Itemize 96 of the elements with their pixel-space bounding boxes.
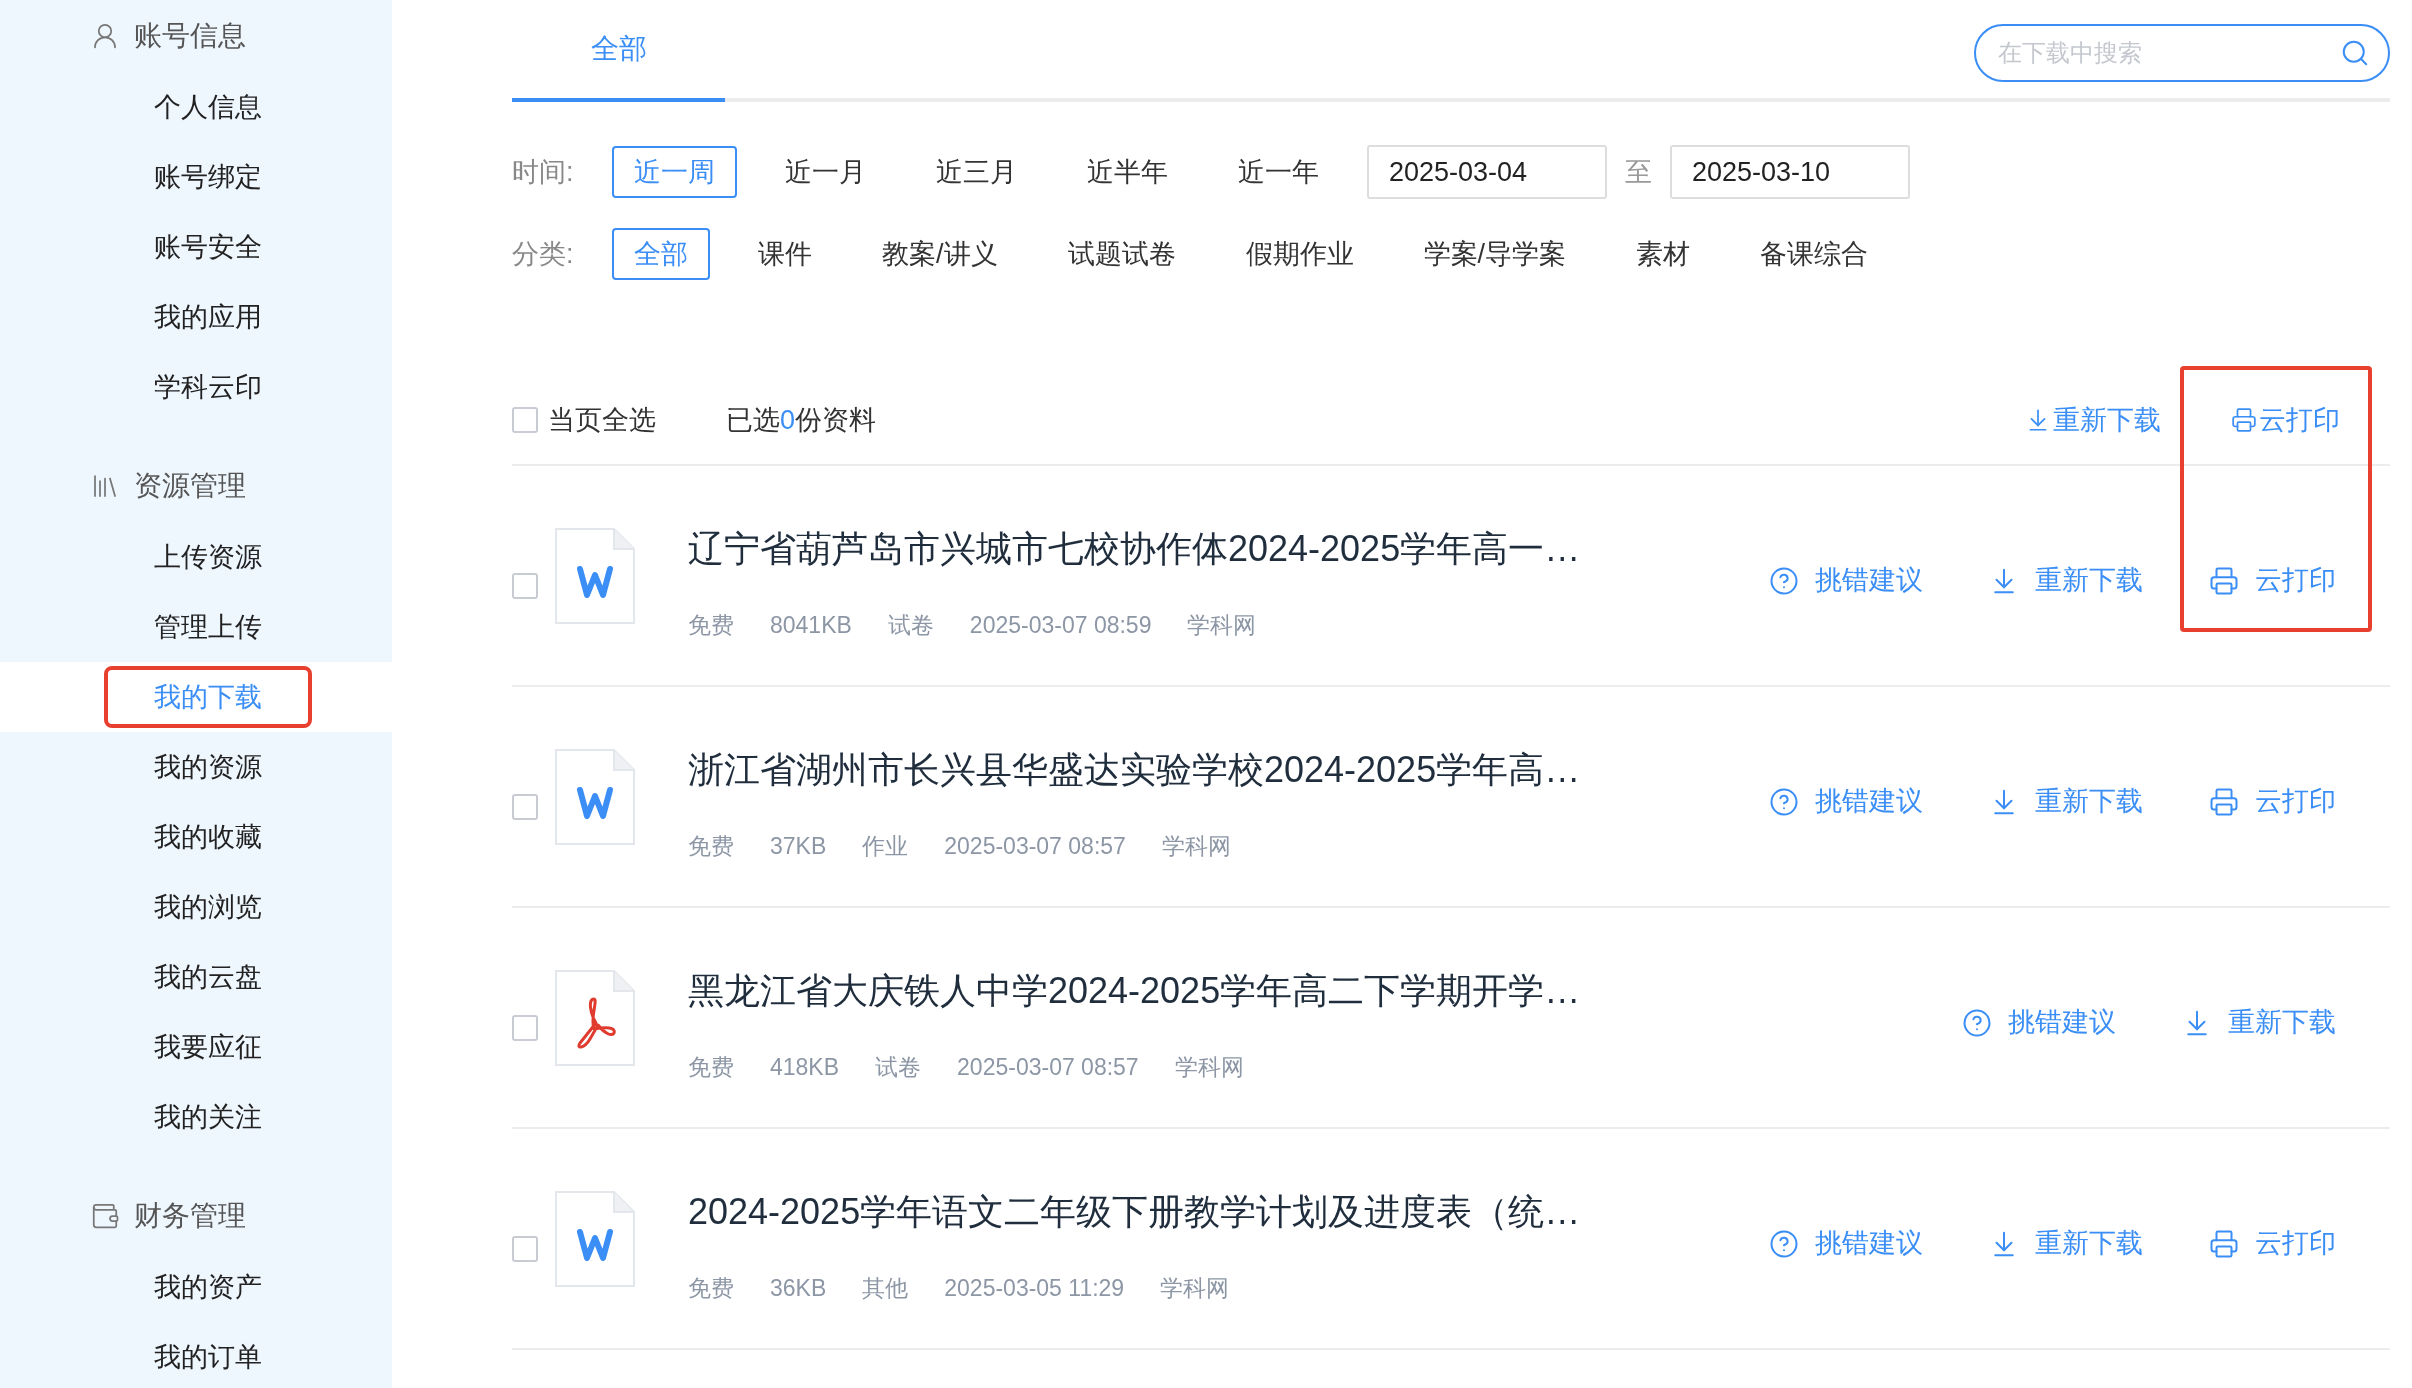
file-meta: 试卷 bbox=[887, 611, 934, 641]
selected-count-text: 已选0份资料 bbox=[726, 403, 877, 437]
sidebar-item-label: 我的下载 bbox=[104, 666, 312, 728]
file-title[interactable]: 浙江省湖州市长兴县华盛达实验学校2024-2025学年高… bbox=[688, 743, 1581, 798]
section-title: 账号信息 bbox=[134, 19, 246, 53]
sidebar-item-label: 我要应征 bbox=[153, 1030, 263, 1064]
sidebar-item[interactable]: 学科云印 bbox=[0, 352, 392, 422]
sidebar-item-label: 上传资源 bbox=[153, 540, 263, 574]
sidebar-item[interactable]: 我的资产 bbox=[0, 1252, 392, 1322]
sidebar-item-label: 我的云盘 bbox=[153, 960, 263, 994]
file-meta: 免费 bbox=[688, 611, 734, 641]
word-file-icon bbox=[554, 747, 636, 846]
checkbox[interactable] bbox=[512, 407, 538, 433]
file-meta: 2025-03-05 11:29 bbox=[944, 1274, 1125, 1304]
sidebar-item[interactable]: 账号绑定 bbox=[0, 142, 392, 212]
search-icon[interactable] bbox=[2340, 38, 2370, 68]
filter-option[interactable]: 假期作业 bbox=[1223, 228, 1376, 280]
sidebar-item[interactable]: 我的云盘 bbox=[0, 942, 392, 1012]
help-icon bbox=[1769, 786, 1799, 817]
date-separator: 至 bbox=[1625, 155, 1652, 189]
file-meta: 免费 bbox=[688, 1274, 734, 1304]
filter-label: 分类: bbox=[512, 237, 575, 271]
sidebar-item[interactable]: 我的资源 bbox=[0, 732, 392, 802]
printer-icon bbox=[2209, 1228, 2239, 1259]
printer-icon bbox=[2209, 786, 2239, 817]
checkbox[interactable] bbox=[512, 1014, 538, 1041]
file-meta: 免费 bbox=[688, 832, 734, 862]
sidebar-item[interactable]: 管理上传 bbox=[0, 592, 392, 662]
filter-label: 时间: bbox=[512, 155, 575, 189]
sidebar-item-label: 我的关注 bbox=[153, 1100, 263, 1134]
sidebar-item-label: 账号安全 bbox=[153, 230, 263, 264]
sidebar-item-label: 我的资产 bbox=[153, 1270, 263, 1304]
section-title: 财务管理 bbox=[134, 1199, 246, 1233]
sidebar-item[interactable]: 我的关注 bbox=[0, 1082, 392, 1152]
file-meta: 学科网 bbox=[1160, 1274, 1230, 1304]
filter-option[interactable]: 近半年 bbox=[1065, 146, 1190, 198]
search-field[interactable]: 在下载中搜索 bbox=[1974, 24, 2390, 82]
date-field[interactable]: 2025-03-10 bbox=[1670, 145, 1910, 199]
help-icon bbox=[1769, 565, 1799, 596]
sidebar-item[interactable]: 我要应征 bbox=[0, 1012, 392, 1082]
sidebar-item-label: 我的收藏 bbox=[153, 820, 263, 854]
checkbox[interactable] bbox=[512, 572, 538, 599]
help-icon bbox=[1769, 1228, 1799, 1259]
printer-icon bbox=[2209, 565, 2239, 596]
filter-option[interactable]: 近一月 bbox=[763, 146, 888, 198]
filter-option[interactable]: 教案/讲义 bbox=[860, 228, 1020, 280]
checkbox[interactable] bbox=[512, 793, 538, 820]
word-file-icon bbox=[554, 526, 636, 625]
section-title: 资源管理 bbox=[134, 469, 246, 503]
file-meta: 学科网 bbox=[1174, 1053, 1244, 1083]
sidebar-item[interactable]: 我的收藏 bbox=[0, 802, 392, 872]
file-meta: 36KB bbox=[770, 1274, 827, 1304]
pdf-file-icon bbox=[554, 968, 636, 1067]
select-all-label[interactable]: 当页全选 bbox=[548, 399, 656, 441]
file-meta: 2025-03-07 08:57 bbox=[944, 832, 1126, 862]
sidebar-item-label: 我的订单 bbox=[153, 1340, 263, 1374]
filter-option[interactable]: 近一年 bbox=[1216, 146, 1341, 198]
file-meta: 2025-03-07 08:57 bbox=[957, 1053, 1139, 1083]
sidebar-item[interactable]: 我的订单 bbox=[0, 1322, 392, 1388]
sidebar-item[interactable]: 账号安全 bbox=[0, 212, 392, 282]
file-title[interactable]: 2024-2025学年语文二年级下册教学计划及进度表（统… bbox=[688, 1185, 1581, 1240]
file-meta: 2025-03-07 08:59 bbox=[969, 611, 1152, 641]
sidebar-item-label: 学科云印 bbox=[153, 370, 263, 404]
filter-option[interactable]: 课件 bbox=[736, 228, 834, 280]
file-title[interactable]: 辽宁省葫芦岛市兴城市七校协作体2024-2025学年高一… bbox=[688, 522, 1581, 577]
sidebar-item-label: 我的资源 bbox=[153, 750, 263, 784]
sidebar-item-label: 个人信息 bbox=[153, 90, 263, 124]
date-field[interactable]: 2025-03-04 bbox=[1367, 145, 1607, 199]
printer-icon bbox=[2231, 407, 2257, 433]
sidebar-item-label: 我的应用 bbox=[153, 300, 263, 334]
filter-option[interactable]: 学案/导学案 bbox=[1401, 228, 1589, 280]
sidebar-item-label: 账号绑定 bbox=[153, 160, 263, 194]
file-meta: 37KB bbox=[770, 832, 827, 862]
filter-option[interactable]: 近三月 bbox=[914, 146, 1039, 198]
wallet-icon bbox=[90, 1201, 120, 1231]
word-file-icon bbox=[554, 1189, 636, 1288]
help-icon bbox=[1962, 1007, 1992, 1038]
file-meta: 418KB bbox=[770, 1053, 840, 1083]
filter-option[interactable]: 素材 bbox=[1614, 228, 1713, 280]
filter-option[interactable]: 备课综合 bbox=[1738, 228, 1891, 280]
file-meta: 试卷 bbox=[875, 1053, 922, 1083]
sidebar-item[interactable]: 上传资源 bbox=[0, 522, 392, 592]
sidebar-item[interactable]: 我的浏览 bbox=[0, 872, 392, 942]
sidebar-item-label: 管理上传 bbox=[153, 610, 263, 644]
file-meta: 学科网 bbox=[1187, 611, 1257, 641]
file-meta: 8041KB bbox=[770, 611, 852, 641]
file-meta: 免费 bbox=[688, 1053, 734, 1083]
file-meta: 学科网 bbox=[1161, 832, 1231, 862]
sidebar-item[interactable]: 个人信息 bbox=[0, 72, 392, 142]
sidebar-item-label: 我的浏览 bbox=[153, 890, 263, 924]
filter-option[interactable]: 试题试卷 bbox=[1045, 228, 1198, 280]
file-meta: 作业 bbox=[862, 832, 909, 862]
file-title[interactable]: 黑龙江省大庆铁人中学2024-2025学年高二下学期开学… bbox=[688, 964, 1581, 1019]
sidebar-item[interactable]: 我的应用 bbox=[0, 282, 392, 352]
checkbox[interactable] bbox=[512, 1235, 538, 1262]
file-meta: 其他 bbox=[862, 1274, 909, 1304]
